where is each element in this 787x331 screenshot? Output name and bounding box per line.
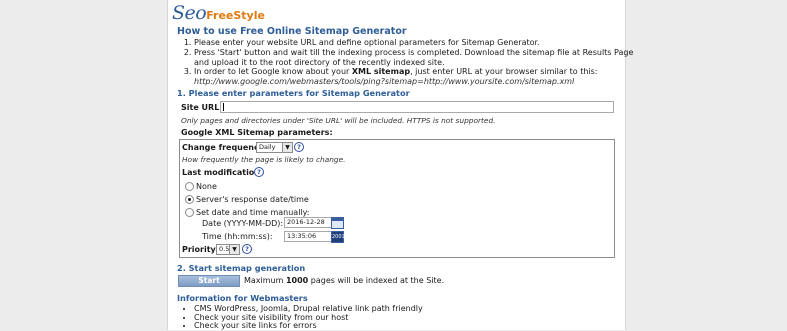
info-list: CMS WordPress, Joomla, Drupal relative l… (177, 304, 423, 331)
section2-title: 2. Start sitemap generation (177, 263, 306, 273)
howto-step-2: Press 'Start' button and wait till the i… (194, 48, 639, 68)
howto-step-1: Please enter your website URL and define… (194, 38, 639, 48)
date-input[interactable]: 2016-12-28 (284, 217, 332, 228)
time-label: Time (hh:mm:ss): (202, 232, 273, 241)
calendar-icon[interactable] (331, 217, 344, 229)
change-freq-label: Change frequency: (182, 143, 268, 152)
step3-pre: In order to let Google know about your (194, 67, 352, 77)
date-value: 2016-12-28 (287, 218, 325, 226)
info-title: Information for Webmasters (177, 293, 308, 303)
max-count: 1000 (285, 276, 309, 285)
site-url-label: Site URL: (181, 103, 223, 112)
priority-label: Priority: (182, 245, 219, 254)
time-input[interactable]: 13:35:06 (284, 231, 332, 242)
max-pre: Maximum (244, 276, 286, 285)
help-icon[interactable]: ? (294, 142, 304, 152)
info-item[interactable]: Check your site links for errors (194, 321, 423, 331)
help-icon[interactable]: ? (254, 167, 264, 177)
howto-step-3: In order to let Google know about your X… (194, 67, 639, 87)
clock-icon[interactable]: 2001 (331, 231, 345, 243)
page-container: SeoFreeStyle How to use Free Online Site… (167, 0, 633, 331)
logo-freestyle-text: FreeStyle (206, 9, 265, 22)
help-icon[interactable]: ? (242, 244, 252, 254)
last-mod-label: Last modification: (182, 168, 264, 177)
change-freq-select[interactable]: Daily ▼ (256, 142, 293, 153)
howto-steps: Please enter your website URL and define… (177, 38, 639, 87)
logo-seo-text: Seo (172, 2, 207, 24)
date-label: Date (YYYY-MM-DD): (202, 219, 284, 228)
chevron-down-icon: ▼ (282, 143, 292, 152)
priority-select[interactable]: 0.5 ▼ (216, 244, 240, 255)
site-logo[interactable]: SeoFreeStyle (172, 2, 265, 24)
site-url-input[interactable] (220, 101, 614, 113)
max-post: pages will be indexed at the Site. (308, 276, 445, 285)
section1-title: 1. Please enter parameters for Sitemap G… (177, 88, 410, 98)
google-params-label: Google XML Sitemap parameters: (181, 128, 333, 137)
chevron-down-icon: ▼ (229, 245, 239, 254)
change-freq-note: How frequently the page is likely to cha… (182, 155, 346, 164)
text-caret (223, 103, 224, 111)
radio-none[interactable] (185, 182, 194, 191)
radio-server-label: Server's response date/time (196, 195, 309, 204)
site-url-note: Only pages and directories under 'Site U… (181, 116, 496, 125)
google-params-box: Change frequency: Daily ▼ ? How frequent… (179, 139, 615, 258)
radio-server-time[interactable] (185, 195, 194, 204)
howto-title: How to use Free Online Sitemap Generator (177, 26, 407, 37)
radio-manual[interactable] (185, 208, 194, 217)
radio-manual-label: Set date and time manually: (196, 208, 310, 217)
step3-post: , just enter URL at your browser similar… (410, 67, 598, 77)
start-button[interactable]: Start (178, 275, 240, 287)
radio-none-label: None (196, 182, 217, 191)
step3-bold: XML sitemap (351, 67, 411, 77)
example-ping-url: http://www.google.com/webmasters/tools/p… (194, 77, 575, 87)
time-value: 13:35:06 (287, 232, 317, 240)
priority-value: 0.5 (219, 245, 230, 253)
change-freq-value: Daily (259, 143, 276, 151)
max-pages-text: Maximum 1000 pages will be indexed at th… (244, 276, 444, 285)
